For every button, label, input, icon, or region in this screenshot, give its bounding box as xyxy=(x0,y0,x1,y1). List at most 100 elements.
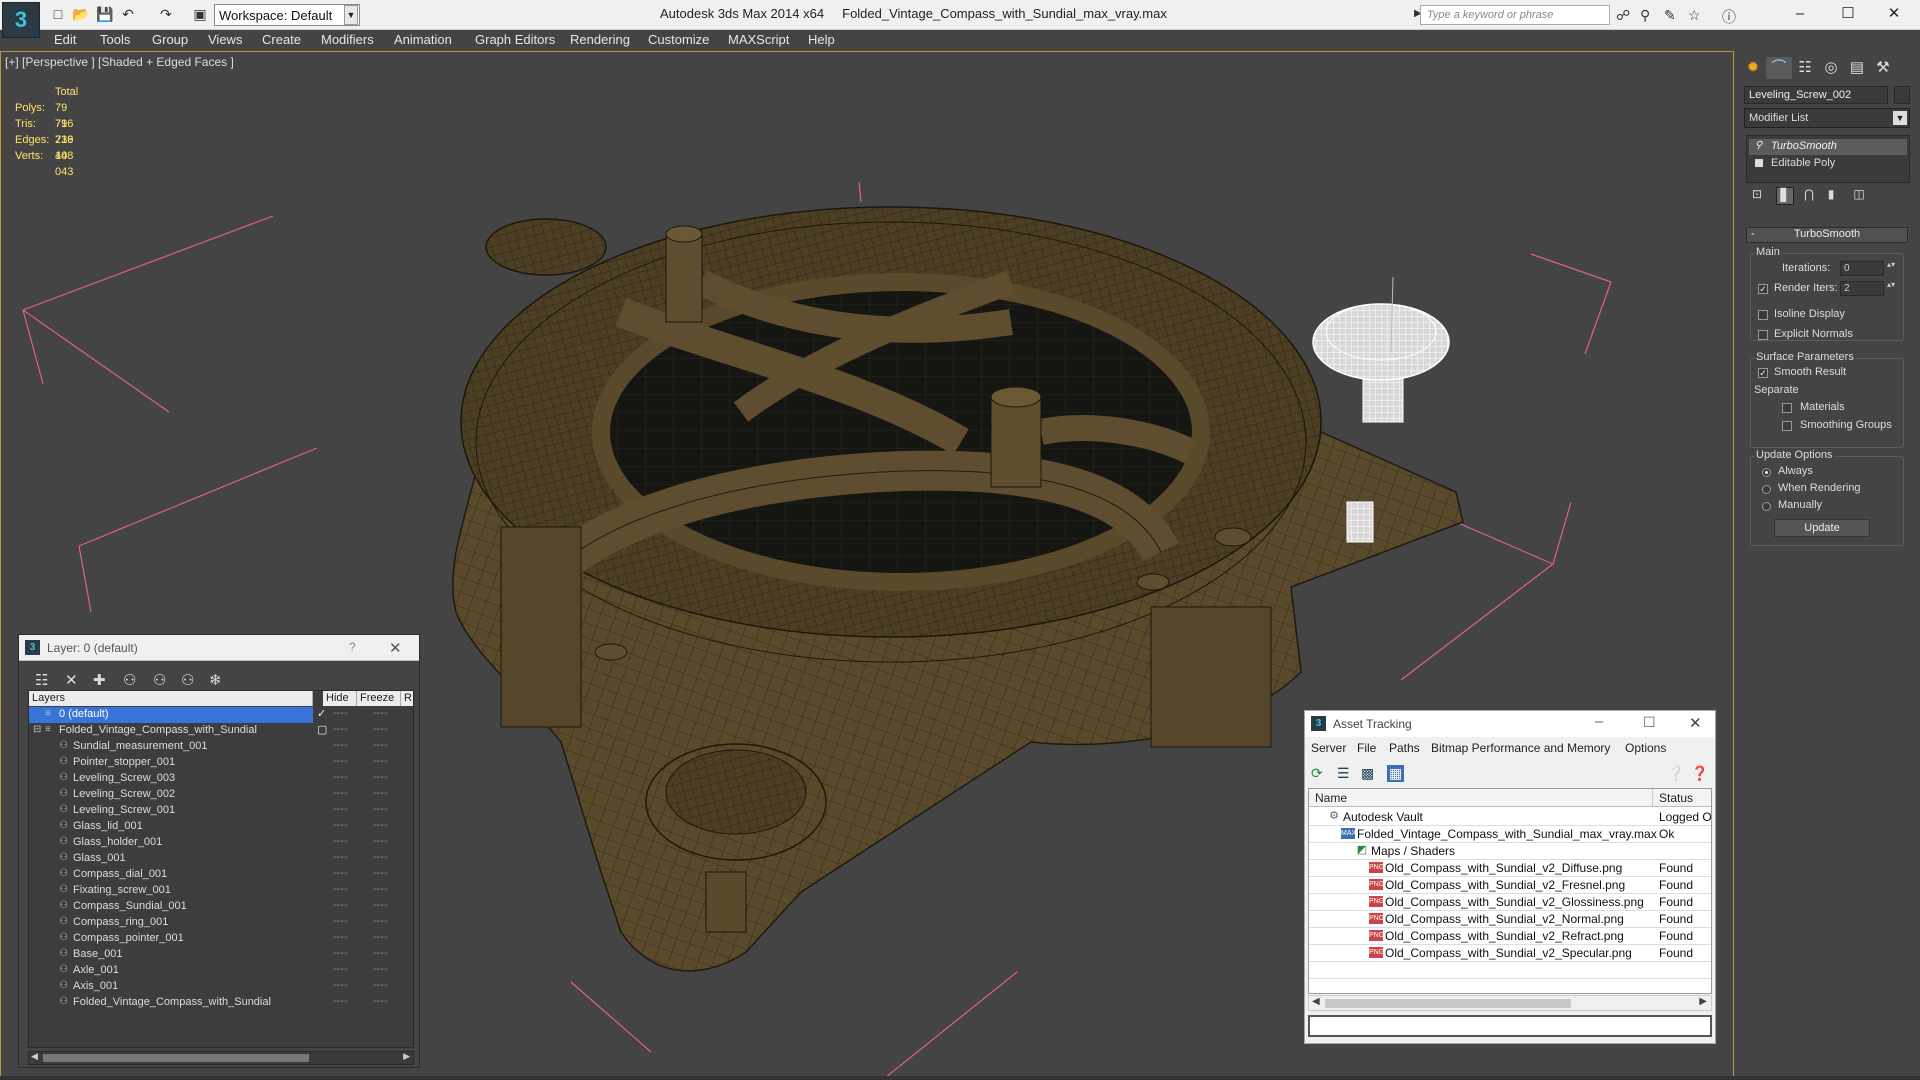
asset-row[interactable]: PNG Old_Compass_with_Sundial_v2_Glossines… xyxy=(1309,894,1711,911)
close-icon[interactable]: ✕ xyxy=(389,639,402,657)
menu-bitmap-performance[interactable]: Bitmap Performance and Memory xyxy=(1431,741,1610,755)
maximize-icon[interactable]: ☐ xyxy=(1826,2,1870,26)
column-freeze[interactable]: Freeze xyxy=(357,691,401,706)
asset-window-titlebar[interactable]: 3 Asset Tracking – ☐ ✕ xyxy=(1305,711,1715,737)
asset-row[interactable]: ⚙ Autodesk Vault Logged Ou xyxy=(1309,809,1711,826)
maximize-icon[interactable]: ☐ xyxy=(1643,714,1656,731)
current-layer-check-icon[interactable]: ✓ xyxy=(317,707,326,720)
open-file-icon[interactable]: 📂 xyxy=(72,6,89,22)
search-input[interactable]: Type a keyword or phrase xyxy=(1420,5,1610,25)
layer-row[interactable]: ≡ ⊟ Folded_Vintage_Compass_with_Sundial ▢ --… xyxy=(29,723,413,739)
create-layer-icon[interactable]: ☷ xyxy=(35,671,48,689)
hide-toggle[interactable]: ---- xyxy=(333,995,348,1007)
hide-toggle[interactable]: ---- xyxy=(333,755,348,767)
menu-group[interactable]: Group xyxy=(152,32,188,47)
remove-modifier-icon[interactable]: ▮ xyxy=(1822,187,1840,205)
menu-animation[interactable]: Animation xyxy=(394,32,452,47)
highlight-layer-icon[interactable]: ⚇ xyxy=(153,671,166,689)
update-button[interactable]: Update xyxy=(1774,519,1870,537)
freeze-toggle[interactable]: ---- xyxy=(373,995,388,1007)
scrollbar-thumb[interactable] xyxy=(1325,999,1571,1008)
menu-customize[interactable]: Customize xyxy=(648,32,709,47)
hide-toggle[interactable]: ---- xyxy=(333,803,348,815)
scroll-left-icon[interactable]: ◀ xyxy=(1312,996,1320,1007)
help-icon[interactable]: ⓘ xyxy=(1722,7,1736,27)
column-status[interactable]: Status xyxy=(1653,789,1711,807)
turbosmooth-rollout-header[interactable]: - TurboSmooth xyxy=(1746,227,1908,243)
hide-toggle[interactable]: ---- xyxy=(333,899,348,911)
hide-toggle[interactable]: ---- xyxy=(333,915,348,927)
close-icon[interactable]: ✕ xyxy=(1872,2,1916,26)
layer-row[interactable]: ≡ 0 (default) ✓ ---- ---- xyxy=(29,707,388,723)
freeze-toggle[interactable]: ---- xyxy=(373,755,388,767)
column-layers[interactable]: Layers xyxy=(29,691,313,706)
delete-layer-icon[interactable]: ✕ xyxy=(65,671,78,689)
stack-item-turbosmooth[interactable]: ⚲ TurboSmooth xyxy=(1749,139,1907,155)
menu-views[interactable]: Views xyxy=(208,32,242,47)
freeze-toggle[interactable]: ---- xyxy=(373,867,388,879)
freeze-toggle[interactable]: ---- xyxy=(373,947,388,959)
minimize-icon[interactable]: – xyxy=(1595,713,1603,730)
hide-toggle[interactable]: ---- xyxy=(333,739,348,751)
expand-box-icon[interactable] xyxy=(1755,159,1763,167)
stack-item-editable-poly[interactable]: Editable Poly xyxy=(1749,156,1907,172)
scroll-left-icon[interactable]: ◀ xyxy=(31,1051,38,1062)
select-objects-icon[interactable]: ⚇ xyxy=(123,671,136,689)
freeze-toggle[interactable]: ---- xyxy=(373,835,388,847)
layer-row[interactable]: ⚇ Fixating_screw_001 ---- ---- xyxy=(29,883,413,899)
help-query-icon[interactable]: ❔ xyxy=(1667,765,1684,782)
object-name-field[interactable]: Leveling_Screw_002 xyxy=(1744,86,1888,104)
freeze-toggle[interactable]: ---- xyxy=(373,723,388,735)
render-iters-spinner[interactable]: 2 xyxy=(1840,281,1895,296)
column-name[interactable]: Name xyxy=(1309,789,1653,807)
menu-file[interactable]: File xyxy=(1357,741,1376,755)
freeze-toggle[interactable]: ---- xyxy=(373,787,388,799)
column-hide[interactable]: Hide xyxy=(323,691,357,706)
menu-tools[interactable]: Tools xyxy=(100,32,130,47)
freeze-toggle[interactable]: ---- xyxy=(373,899,388,911)
layer-horizontal-scrollbar[interactable]: ◀ ▶ xyxy=(28,1051,414,1065)
layer-row[interactable]: ⚇ Sundial_measurement_001 ---- ---- xyxy=(29,739,413,755)
hide-all-layers-icon[interactable]: ⚇ xyxy=(181,671,194,689)
asset-path-field[interactable] xyxy=(1308,1015,1712,1037)
menu-server[interactable]: Server xyxy=(1311,741,1346,755)
render-iters-checkbox[interactable]: ✓ xyxy=(1758,284,1768,294)
configure-sets-icon[interactable]: ◫ xyxy=(1850,187,1868,205)
hide-toggle[interactable]: ---- xyxy=(333,979,348,991)
show-end-result-icon[interactable]: ▋ xyxy=(1776,187,1794,205)
binoculars-icon[interactable]: ☍ xyxy=(1616,7,1630,24)
hide-toggle[interactable]: ---- xyxy=(333,787,348,799)
hide-toggle[interactable]: ---- xyxy=(333,931,348,943)
menu-graph-editors[interactable]: Graph Editors xyxy=(475,32,555,47)
add-to-layer-icon[interactable]: ✚ xyxy=(93,671,106,689)
layer-row[interactable]: ⚇ Leveling_Screw_002 ---- ---- xyxy=(29,787,413,803)
app-logo-icon[interactable]: 3 xyxy=(2,2,40,38)
freeze-toggle[interactable]: ---- xyxy=(373,707,388,719)
menu-rendering[interactable]: Rendering xyxy=(570,32,630,47)
scrollbar-thumb[interactable] xyxy=(43,1054,309,1062)
menu-maxscript[interactable]: MAXScript xyxy=(728,32,789,47)
new-file-icon[interactable]: □ xyxy=(50,6,66,22)
asset-row[interactable]: MAX Folded_Vintage_Compass_with_Sundial_m… xyxy=(1309,826,1711,843)
menu-options[interactable]: Options xyxy=(1625,741,1666,755)
layer-row[interactable]: ⚇ Compass_ring_001 ---- ---- xyxy=(29,915,413,931)
favorites-star-icon[interactable]: ☆ xyxy=(1688,7,1701,24)
hide-toggle[interactable]: ---- xyxy=(333,819,348,831)
pin-stack-icon[interactable]: ⊡ xyxy=(1748,187,1766,205)
freeze-toggle[interactable]: ---- xyxy=(373,915,388,927)
layer-row[interactable]: ⚇ Glass_001 ---- ---- xyxy=(29,851,413,867)
hide-toggle[interactable]: ---- xyxy=(333,963,348,975)
materials-checkbox[interactable] xyxy=(1782,403,1792,413)
workspace-dropdown[interactable]: Workspace: Default xyxy=(214,4,360,26)
viewport-label[interactable]: [+] [Perspective ] [Shaded + Edged Faces… xyxy=(5,55,234,69)
iterations-spinner[interactable]: 0 xyxy=(1840,261,1895,276)
smooth-result-checkbox[interactable]: ✓ xyxy=(1758,368,1768,378)
menu-create[interactable]: Create xyxy=(262,32,301,47)
freeze-toggle[interactable]: ---- xyxy=(373,979,388,991)
asset-row[interactable]: PNG Old_Compass_with_Sundial_v2_Diffuse.p… xyxy=(1309,860,1711,877)
layer-row[interactable]: ⚇ Compass_dial_001 ---- ---- xyxy=(29,867,413,883)
collapse-icon[interactable]: ⊟ xyxy=(33,724,41,735)
freeze-toggle[interactable]: ---- xyxy=(373,963,388,975)
communication-icon[interactable]: ✎ xyxy=(1664,7,1676,24)
manually-radio[interactable] xyxy=(1762,502,1771,511)
